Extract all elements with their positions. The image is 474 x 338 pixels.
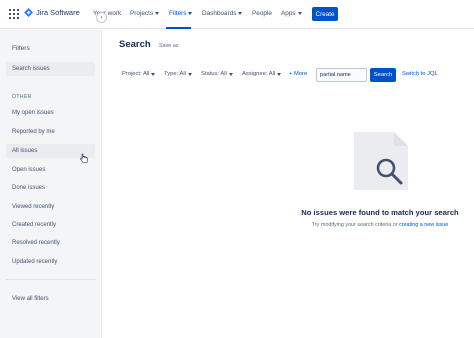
empty-state-title: No issues were found to match your searc… xyxy=(301,208,459,217)
search-button[interactable]: Search xyxy=(370,68,396,82)
sidebar-item-viewed-recently[interactable]: Viewed recently xyxy=(6,200,95,214)
nav-dashboards[interactable]: Dashboards xyxy=(202,10,243,17)
chevron-down-icon xyxy=(187,72,192,76)
jira-logo[interactable]: Jira Software xyxy=(24,8,80,17)
collapse-sidebar-button[interactable]: ‹ xyxy=(96,12,107,23)
sidebar-item-reported-by-me[interactable]: Reported by me xyxy=(6,125,95,139)
page-title: Search xyxy=(119,39,151,50)
search-input[interactable]: partial name xyxy=(316,68,367,82)
project-filter[interactable]: Project: All xyxy=(122,71,156,77)
switch-to-jql-link[interactable]: Switch to JQL xyxy=(402,71,438,77)
sidebar-item-view-all-filters[interactable]: View all filters xyxy=(6,292,95,306)
save-as-button[interactable]: Save as xyxy=(159,43,178,49)
chevron-down-icon xyxy=(155,11,160,15)
sidebar-item-search-issues[interactable]: Search issues xyxy=(6,62,95,76)
sidebar-item-my-open-issues[interactable]: My open issues xyxy=(6,106,95,120)
chevron-down-icon xyxy=(188,11,193,15)
sidebar-title: Filters xyxy=(12,45,30,52)
chevron-left-icon: ‹ xyxy=(100,14,103,21)
assignee-filter[interactable]: Assignee: All xyxy=(242,71,282,77)
status-filter[interactable]: Status: All xyxy=(201,71,233,77)
empty-state-subtitle: Try modifying your search criteria or cr… xyxy=(311,222,449,228)
document-magnifier-icon xyxy=(354,132,408,190)
sidebar-item-open-issues[interactable]: Open issues xyxy=(6,163,95,177)
chevron-down-icon xyxy=(277,72,282,76)
chevron-down-icon xyxy=(228,72,233,76)
hand-cursor-icon xyxy=(80,153,88,163)
chevron-down-icon xyxy=(238,11,243,15)
create-new-issue-link[interactable]: creating a new issue xyxy=(399,222,448,228)
sidebar-section-other: OTHER xyxy=(12,94,32,100)
chevron-down-icon xyxy=(151,72,156,76)
sidebar-item-created-recently[interactable]: Created recently xyxy=(6,218,95,232)
chevron-down-icon xyxy=(297,11,302,15)
sidebar-item-resolved-recently[interactable]: Resolved recently xyxy=(6,236,95,250)
more-filters-button[interactable]: + More xyxy=(289,71,307,77)
filters-sidebar: Filters Search issues OTHER My open issu… xyxy=(0,30,102,338)
product-name: Jira Software xyxy=(36,8,80,17)
sidebar-divider xyxy=(6,279,96,280)
type-filter[interactable]: Type: All xyxy=(164,71,192,77)
sidebar-item-done-issues[interactable]: Done issues xyxy=(6,181,95,195)
nav-apps[interactable]: Apps xyxy=(281,10,302,17)
app-switcher-icon[interactable] xyxy=(9,9,19,19)
jira-logo-icon xyxy=(24,8,33,17)
nav-people[interactable]: People xyxy=(252,10,272,17)
nav-filters[interactable]: Filters xyxy=(169,10,193,17)
active-nav-indicator xyxy=(166,27,191,29)
nav-projects[interactable]: Projects xyxy=(130,10,160,17)
top-navigation: Jira Software Your work Projects Filters… xyxy=(0,0,474,29)
create-button[interactable]: Create xyxy=(312,7,338,21)
sidebar-item-updated-recently[interactable]: Updated recently xyxy=(6,255,95,269)
